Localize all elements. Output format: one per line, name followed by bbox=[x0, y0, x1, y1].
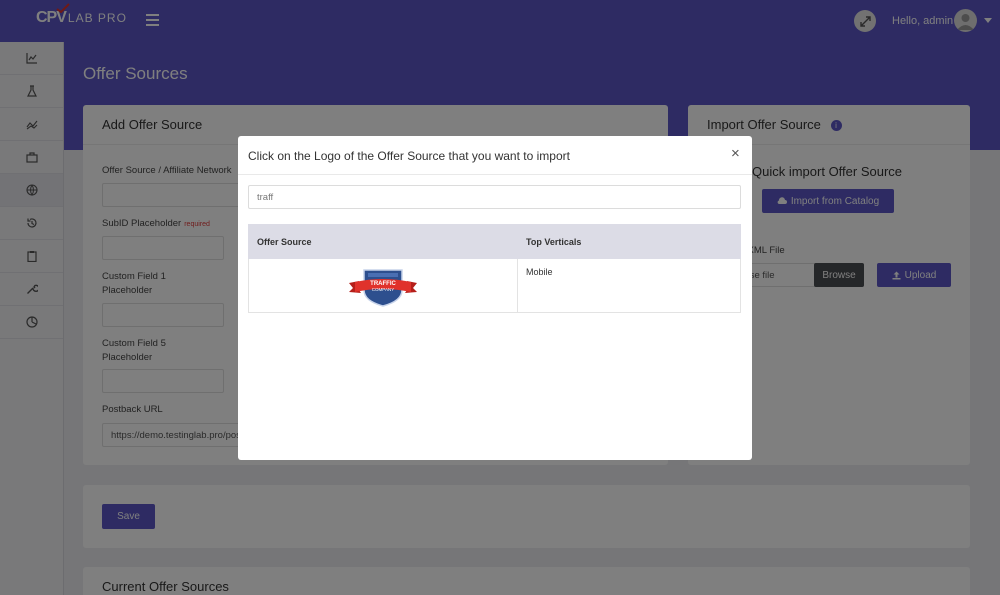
modal-divider bbox=[238, 174, 752, 175]
column-header-top-verticals: Top Verticals bbox=[517, 224, 741, 259]
import-catalog-modal: Click on the Logo of the Offer Source th… bbox=[238, 136, 752, 460]
traffic-company-logo[interactable]: TRAFFIC COMPANY bbox=[347, 268, 419, 308]
modal-title: Click on the Logo of the Offer Source th… bbox=[248, 149, 570, 163]
svg-text:COMPANY: COMPANY bbox=[372, 287, 394, 292]
close-icon[interactable]: × bbox=[731, 146, 740, 161]
offer-source-logo-cell[interactable]: TRAFFIC COMPANY bbox=[248, 258, 518, 313]
offer-source-table: Offer Source Top Verticals TRAFFIC COMPA… bbox=[248, 224, 741, 313]
table-row[interactable]: TRAFFIC COMPANY Mobile bbox=[248, 258, 741, 313]
top-verticals-cell: Mobile bbox=[517, 258, 741, 313]
search-input[interactable]: traff bbox=[248, 185, 741, 209]
column-header-offer-source: Offer Source bbox=[248, 224, 518, 259]
